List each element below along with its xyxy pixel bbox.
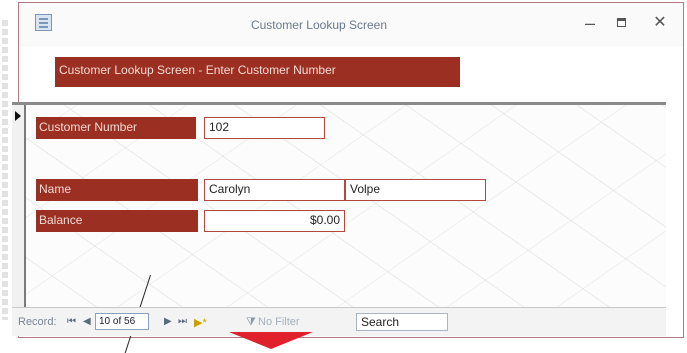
title-bar: Customer Lookup Screen – ✕ xyxy=(19,3,683,47)
callout-arrow xyxy=(229,332,313,349)
balance-input[interactable]: $0.00 xyxy=(204,210,345,232)
customer-number-input[interactable]: 102 xyxy=(204,117,325,139)
maximize-button[interactable] xyxy=(611,13,633,33)
page-margin-text xyxy=(2,20,8,320)
form-header: Customer Lookup Screen - Enter Customer … xyxy=(19,47,683,105)
balance-label: Balance xyxy=(36,210,198,232)
form-detail: Customer Number 102 Name Carolyn Volpe B… xyxy=(12,105,666,307)
record-selector[interactable] xyxy=(12,105,26,307)
customer-number-label: Customer Number xyxy=(36,117,196,139)
first-name-input[interactable]: Carolyn xyxy=(204,179,345,201)
new-record-icon[interactable]: ▶* xyxy=(194,316,207,329)
record-label: Record: xyxy=(18,316,57,328)
minimize-button[interactable]: – xyxy=(579,13,601,33)
current-record-icon xyxy=(15,111,21,121)
name-label: Name xyxy=(36,179,198,201)
header-banner: Customer Lookup Screen - Enter Customer … xyxy=(55,57,460,87)
form-icon xyxy=(35,14,52,31)
previous-record-icon[interactable]: ◀ xyxy=(83,316,91,327)
next-record-icon[interactable]: ▶ xyxy=(164,316,172,327)
last-record-icon[interactable]: ⏭ xyxy=(178,316,187,327)
window-title: Customer Lookup Screen xyxy=(250,18,388,32)
record-navigation-bar: Record: ⏮ ◀ 10 of 56 ▶ ⏭ ▶* ⧩ No Filter … xyxy=(12,307,666,336)
current-record-input[interactable]: 10 of 56 xyxy=(95,313,149,330)
search-input[interactable]: Search xyxy=(356,313,448,331)
last-name-input[interactable]: Volpe xyxy=(345,179,486,201)
filter-toggle[interactable]: No Filter xyxy=(258,316,300,328)
first-record-icon[interactable]: ⏮ xyxy=(67,316,76,327)
funnel-icon[interactable]: ⧩ xyxy=(246,316,256,329)
close-button[interactable]: ✕ xyxy=(649,13,671,33)
